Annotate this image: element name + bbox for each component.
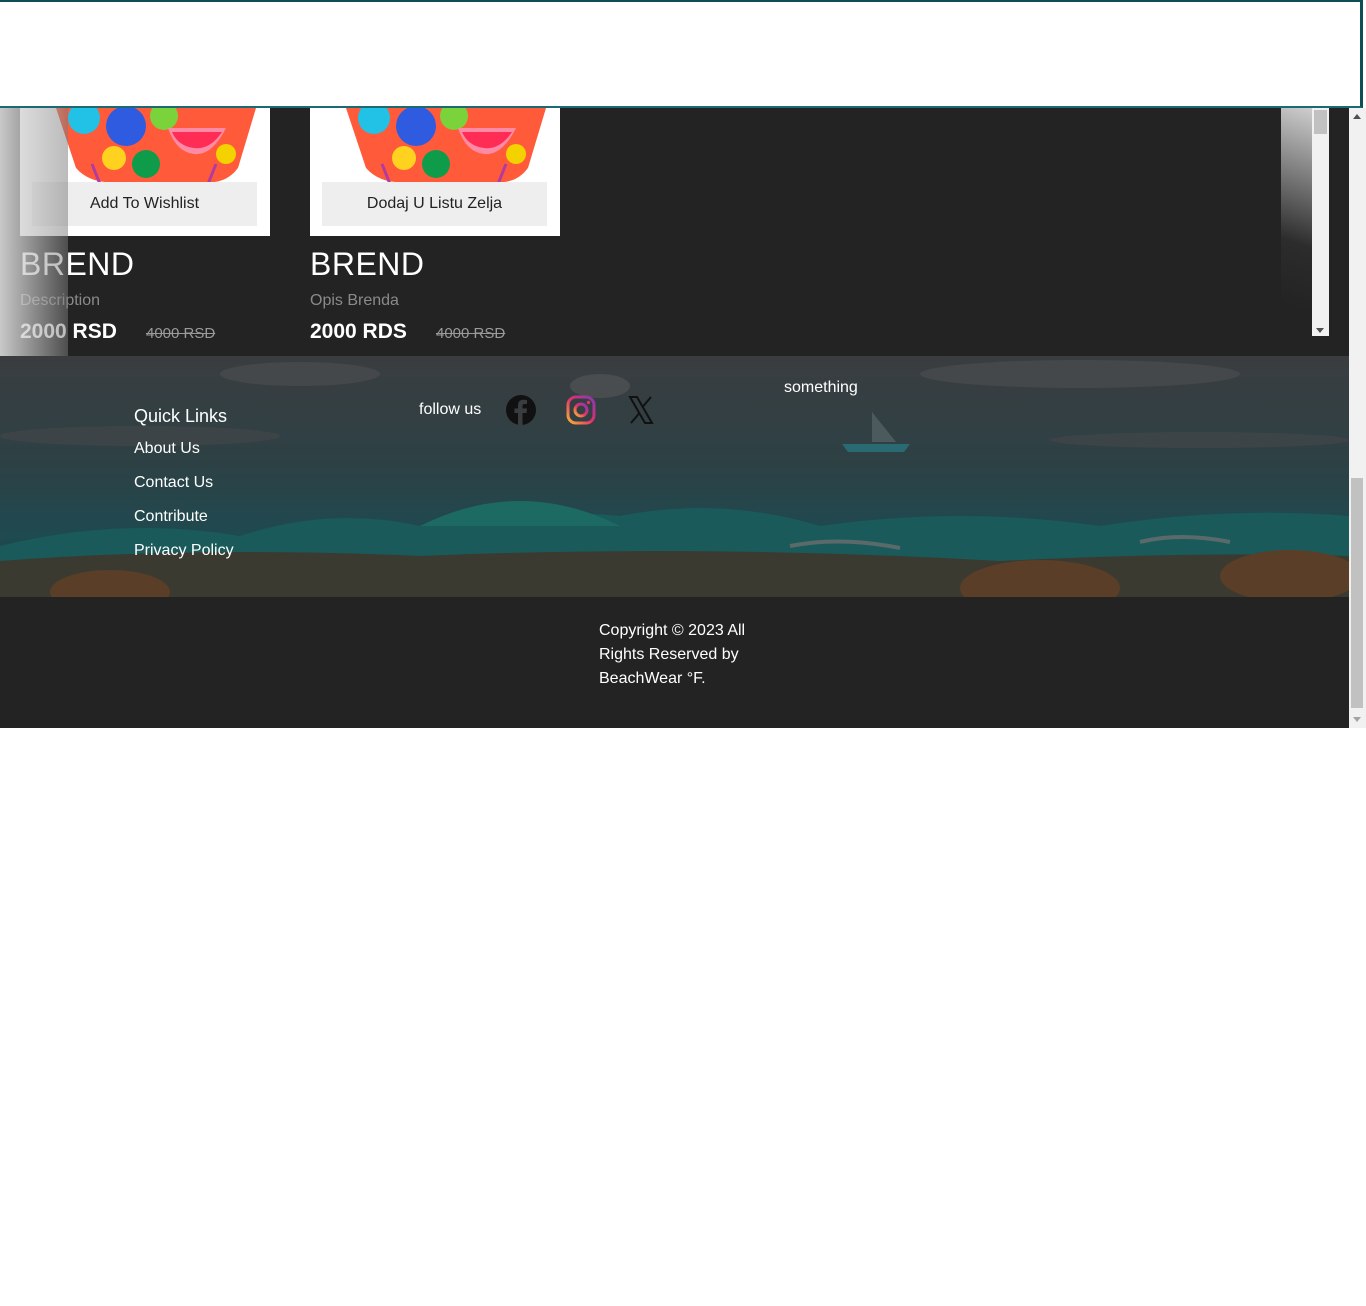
footer-link-about-us[interactable]: About Us bbox=[134, 440, 200, 458]
product-card[interactable]: Dodaj U Listu Zelja BREND Opis Brenda 20… bbox=[310, 108, 560, 343]
scroll-down-arrow-icon[interactable] bbox=[1353, 717, 1361, 722]
footer-link-contribute[interactable]: Contribute bbox=[134, 508, 208, 526]
copyright-text: Copyright © 2023 All Rights Reserved by … bbox=[599, 622, 746, 687]
swimwear-image bbox=[346, 108, 546, 184]
product-old-price: 4000 RSD bbox=[146, 325, 216, 342]
footer-something-text: something bbox=[784, 379, 858, 396]
product-price: 2000 RSD bbox=[20, 320, 117, 343]
page-scrollbar[interactable] bbox=[1349, 108, 1366, 728]
product-description: Description bbox=[20, 292, 101, 309]
product-card[interactable]: Add To Wishlist BREND Description 2000 R… bbox=[20, 108, 270, 343]
product-price: 2000 RDS bbox=[310, 320, 407, 343]
page-scroll-thumb[interactable] bbox=[1351, 478, 1363, 708]
footer-link-contact-us[interactable]: Contact Us bbox=[134, 474, 213, 492]
swimwear-image bbox=[56, 108, 256, 184]
product-image[interactable]: Add To Wishlist bbox=[20, 108, 270, 236]
product-brand: BREND bbox=[20, 246, 135, 282]
product-image[interactable]: Dodaj U Listu Zelja bbox=[310, 108, 560, 236]
product-old-price: 4000 RSD bbox=[436, 325, 506, 342]
product-brand: BREND bbox=[310, 246, 425, 282]
add-to-wishlist-button[interactable]: Add To Wishlist bbox=[32, 182, 257, 226]
carousel-scrollbar[interactable] bbox=[1312, 108, 1329, 336]
product-description: Opis Brenda bbox=[310, 292, 399, 309]
footer-link-privacy-policy[interactable]: Privacy Policy bbox=[134, 542, 234, 560]
facebook-icon[interactable] bbox=[505, 394, 537, 426]
scroll-up-arrow-icon[interactable] bbox=[1353, 114, 1361, 119]
copyright-section: Copyright © 2023 All Rights Reserved by … bbox=[0, 597, 1349, 728]
site-header bbox=[0, 0, 1363, 108]
scroll-down-arrow-icon[interactable] bbox=[1316, 328, 1324, 333]
follow-us-label: follow us bbox=[419, 401, 482, 418]
carousel-scroll-thumb[interactable] bbox=[1314, 110, 1327, 134]
instagram-icon[interactable] bbox=[565, 394, 597, 426]
quick-links-title: Quick Links bbox=[134, 406, 228, 426]
product-carousel: Add To Wishlist BREND Description 2000 R… bbox=[0, 108, 1349, 356]
x-icon[interactable] bbox=[625, 394, 657, 426]
add-to-wishlist-button[interactable]: Dodaj U Listu Zelja bbox=[322, 182, 547, 226]
footer-beach-section: Quick Links About Us Contact Us Contribu… bbox=[0, 356, 1349, 597]
